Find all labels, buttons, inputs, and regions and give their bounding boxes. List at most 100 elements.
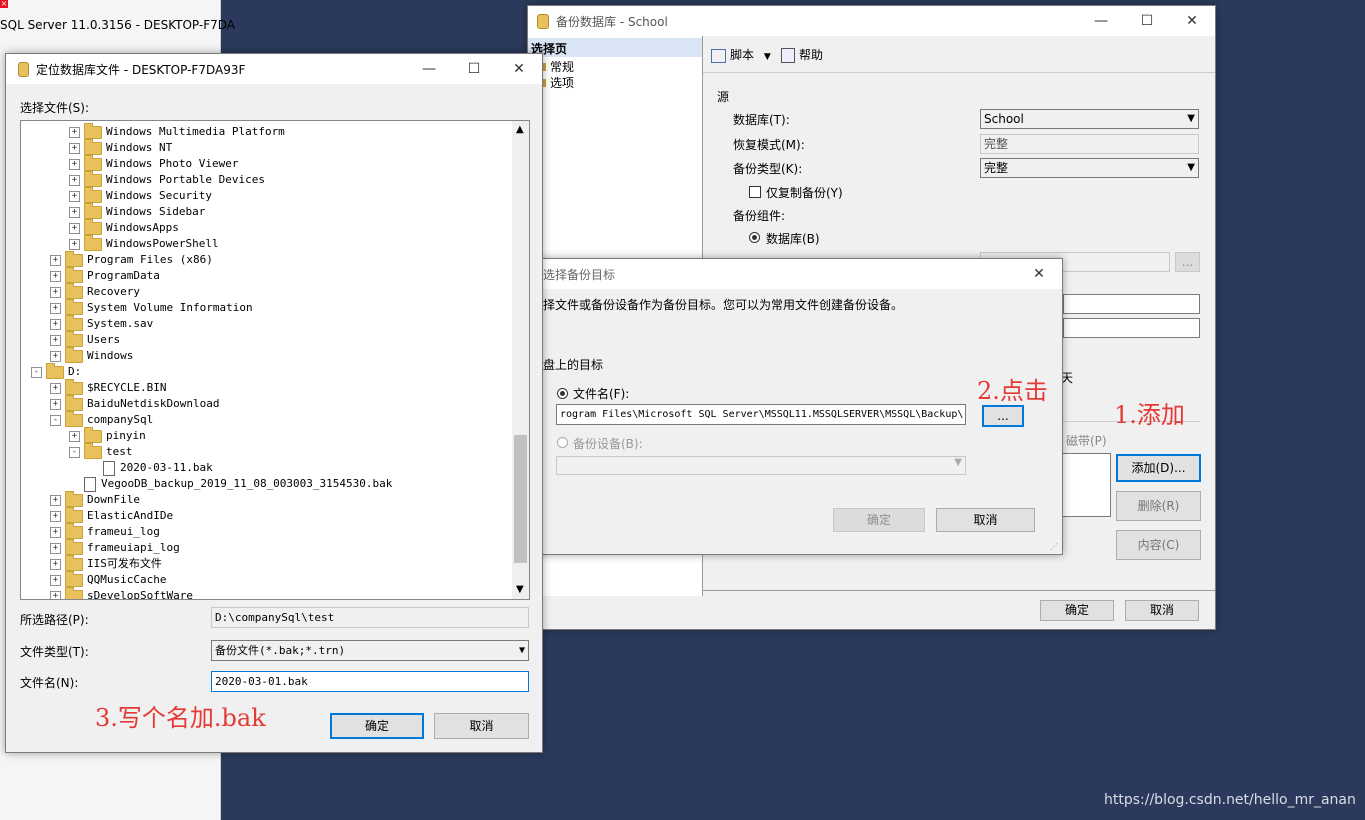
name-field[interactable] (1063, 294, 1200, 314)
expand-icon[interactable]: + (69, 238, 80, 250)
file-tree[interactable]: + Windows Multimedia Platform + Windows NT +… (20, 120, 530, 600)
tree-scrollbar[interactable]: ▲ ▼ (512, 121, 529, 599)
copy-only-checkbox[interactable] (749, 186, 761, 198)
destination-cancel-button[interactable]: 取消 (936, 508, 1035, 532)
close-icon[interactable]: ✕ (1169, 6, 1215, 36)
tree-item[interactable]: + Windows Portable Devices (69, 170, 265, 188)
locate-dialog-title: 定位数据库文件 - DESKTOP-F7DA93F (36, 63, 246, 77)
maximize-icon[interactable]: ☐ (1124, 6, 1170, 36)
maximize-icon[interactable]: ☐ (451, 54, 497, 84)
database-radio[interactable] (749, 232, 760, 243)
expand-icon[interactable]: + (50, 350, 61, 362)
tree-item[interactable]: + DownFile (50, 490, 140, 508)
destination-list[interactable] (1061, 453, 1111, 517)
expand-icon[interactable]: + (50, 526, 61, 538)
expand-icon[interactable]: + (50, 270, 61, 282)
tree-item[interactable]: + Program Files (x86) (50, 250, 213, 268)
scroll-thumb[interactable] (514, 435, 527, 563)
file-name-radio[interactable] (557, 388, 568, 399)
page-item-general[interactable]: 常规 (538, 58, 574, 75)
add-button[interactable]: 添加(D)... (1116, 454, 1201, 482)
tree-item[interactable]: - companySql (50, 410, 153, 428)
filegroup-browse-button[interactable]: ... (1175, 252, 1200, 272)
tree-item[interactable]: + System Volume Information (50, 298, 253, 316)
tree-item[interactable]: + Windows Photo Viewer (69, 154, 238, 172)
expand-icon[interactable]: + (69, 174, 80, 186)
tree-item[interactable]: VegooDB_backup_2019_11_08_003003_3154530… (69, 476, 392, 492)
expand-icon[interactable]: + (69, 222, 80, 234)
expand-icon[interactable]: + (50, 542, 61, 554)
scroll-up-icon[interactable]: ▲ (516, 124, 524, 135)
resize-grip-icon[interactable]: ⋰ (1050, 542, 1058, 551)
expand-icon[interactable]: + (50, 286, 61, 298)
expand-icon[interactable]: + (50, 382, 61, 394)
expand-icon[interactable]: + (50, 590, 61, 599)
expand-icon[interactable]: + (50, 398, 61, 410)
collapse-icon[interactable]: - (69, 446, 80, 458)
database-select[interactable]: School ▼ (980, 109, 1199, 129)
minimize-icon[interactable]: — (1078, 6, 1124, 36)
folder-icon (65, 410, 83, 427)
footer-divider (703, 590, 1215, 591)
expand-icon[interactable]: + (50, 302, 61, 314)
minimize-icon[interactable]: — (406, 54, 452, 84)
contents-button[interactable]: 内容(C) (1116, 530, 1201, 560)
close-icon[interactable]: ✕ (1024, 259, 1054, 289)
folder-icon (65, 378, 83, 395)
collapse-icon[interactable]: - (50, 414, 61, 426)
tree-item[interactable]: + BaiduNetdiskDownload (50, 394, 219, 412)
expand-icon[interactable]: + (50, 254, 61, 266)
tree-item[interactable]: + Windows Multimedia Platform (69, 122, 285, 140)
folder-icon (65, 314, 83, 331)
expand-icon[interactable]: + (50, 558, 61, 570)
expand-icon[interactable]: + (50, 334, 61, 346)
backup-titlebar: 备份数据库 - School — ☐ ✕ (528, 6, 1215, 36)
tree-item[interactable]: + Windows (50, 346, 133, 364)
file-type-select[interactable]: 备份文件(*.bak;*.trn) ▼ (211, 640, 529, 661)
backup-type-select[interactable]: 完整 ▼ (980, 158, 1199, 178)
expand-icon[interactable]: + (69, 190, 80, 202)
tree-item[interactable]: + Users (50, 330, 120, 348)
folder-icon (84, 442, 102, 459)
locate-cancel-button[interactable]: 取消 (434, 713, 529, 739)
tree-item[interactable]: 2020-03-11.bak (88, 460, 213, 476)
expand-icon[interactable]: + (69, 158, 80, 170)
tree-item[interactable]: + pinyin (69, 426, 146, 444)
tree-item-label: ProgramData (87, 269, 160, 282)
destination-file-name-field[interactable]: rogram Files\Microsoft SQL Server\MSSQL1… (556, 404, 966, 425)
expand-icon[interactable]: + (50, 510, 61, 522)
script-button[interactable]: 脚本 ▼ (711, 46, 771, 63)
remove-button[interactable]: 删除(R) (1116, 491, 1201, 521)
backup-device-select[interactable]: ▼ (556, 456, 966, 475)
tree-item-label: WindowsApps (106, 221, 179, 234)
backup-device-radio[interactable] (557, 437, 568, 448)
expand-icon[interactable]: + (69, 430, 80, 442)
page-item-options[interactable]: 选项 (538, 74, 574, 91)
expand-icon[interactable]: + (50, 318, 61, 330)
backup-cancel-button[interactable]: 取消 (1125, 600, 1199, 621)
collapse-icon[interactable]: - (31, 366, 42, 378)
expand-icon[interactable]: + (69, 206, 80, 218)
destination-titlebar: 选择备份目标 ✕ (537, 259, 1062, 289)
tree-item[interactable]: + WindowsPowerShell (69, 234, 219, 252)
expand-icon[interactable]: + (50, 494, 61, 506)
backup-ok-button[interactable]: 确定 (1040, 600, 1114, 621)
expand-icon[interactable]: + (50, 574, 61, 586)
expand-icon[interactable]: + (69, 126, 80, 138)
tree-item[interactable]: - test (69, 442, 133, 460)
scroll-down-icon[interactable]: ▼ (516, 584, 524, 595)
expand-icon[interactable]: + (69, 142, 80, 154)
destination-browse-button[interactable]: ... (982, 405, 1024, 427)
file-name-input[interactable]: 2020-03-01.bak (211, 671, 529, 692)
locate-ok-button[interactable]: 确定 (330, 713, 424, 739)
tree-item-label: frameuiapi_log (87, 541, 180, 554)
chevron-down-icon[interactable]: ▼ (764, 52, 771, 62)
destination-ok-button[interactable]: 确定 (833, 508, 925, 532)
annotation-step-2: 2.点击 (977, 377, 1048, 405)
close-icon[interactable]: ✕ (496, 54, 542, 84)
tree-item[interactable]: + sDevelopSoftWare (50, 586, 193, 599)
backup-type-label: 备份类型(K): (733, 162, 803, 176)
tree-item[interactable]: + Recovery (50, 282, 140, 300)
help-button[interactable]: 帮助 (781, 46, 823, 63)
description-field[interactable] (1063, 318, 1200, 338)
